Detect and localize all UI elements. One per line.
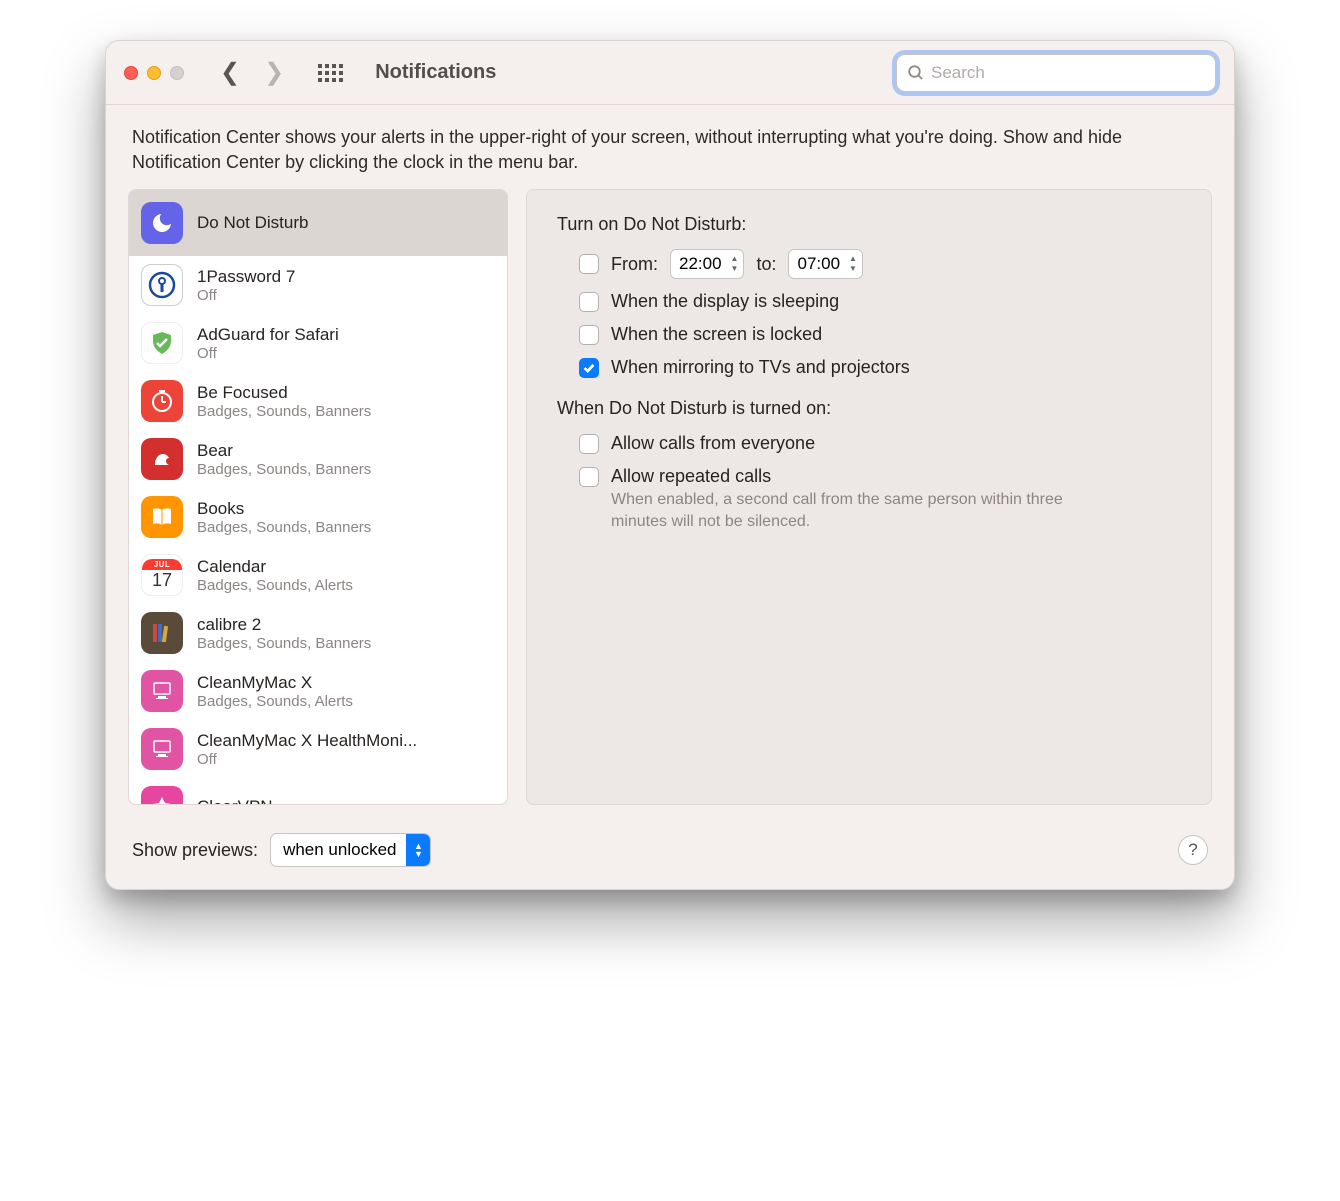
from-label: From: (611, 254, 658, 275)
display-sleeping-checkbox[interactable] (579, 292, 599, 312)
show-previews-value: when unlocked (283, 840, 396, 860)
sidebar-item-dnd[interactable]: Do Not Disturb (129, 190, 507, 256)
sidebar-item-sub: Off (197, 287, 295, 304)
sidebar-item-label: CleanMyMac X HealthMoni... (197, 731, 417, 751)
sidebar-item-label: Books (197, 499, 371, 519)
from-time-stepper[interactable]: 22:00 ▲▼ (670, 249, 744, 279)
cleanmymac-icon (141, 670, 183, 712)
books-icon (141, 496, 183, 538)
forward-button[interactable]: ❯ (264, 61, 284, 85)
mirroring-label: When mirroring to TVs and projectors (611, 357, 910, 378)
cleanmymac-health-icon (141, 728, 183, 770)
sidebar-item-calendar[interactable]: JUL 17 CalendarBadges, Sounds, Alerts (129, 546, 507, 604)
sidebar-item-clearvpn[interactable]: ClearVPN (129, 778, 507, 805)
stepper-down-icon[interactable]: ▼ (846, 264, 860, 274)
bear-icon (141, 438, 183, 480)
sidebar-item-label: ClearVPN (197, 797, 273, 805)
window-controls (124, 66, 184, 80)
to-label: to: (756, 254, 776, 275)
sidebar-item-books[interactable]: BooksBadges, Sounds, Banners (129, 488, 507, 546)
sidebar-item-befocused[interactable]: Be FocusedBadges, Sounds, Banners (129, 372, 507, 430)
calendar-icon-day: 17 (152, 570, 172, 591)
to-time-value: 07:00 (797, 254, 840, 274)
sidebar-item-label: Do Not Disturb (197, 213, 308, 233)
select-arrows-icon: ▲▼ (406, 834, 430, 866)
from-to-row: From: 22:00 ▲▼ to: 07:00 ▲▼ (557, 249, 1181, 279)
sidebar-item-sub: Badges, Sounds, Banners (197, 403, 371, 420)
sidebar-item-1password[interactable]: 1Password 7Off (129, 256, 507, 314)
sidebar-item-sub: Badges, Sounds, Banners (197, 635, 371, 652)
dnd-settings-panel: Turn on Do Not Disturb: From: 22:00 ▲▼ t… (526, 189, 1212, 805)
show-all-prefs-button[interactable] (318, 64, 343, 82)
help-button[interactable]: ? (1178, 835, 1208, 865)
allow-repeated-calls-label: Allow repeated calls (611, 466, 771, 487)
clearvpn-icon (141, 786, 183, 805)
sidebar-item-label: Calendar (197, 557, 353, 577)
close-window-button[interactable] (124, 66, 138, 80)
sidebar-item-sub: Badges, Sounds, Banners (197, 519, 371, 536)
mirroring-checkbox[interactable] (579, 358, 599, 378)
sidebar-item-cleanmymac-health[interactable]: CleanMyMac X HealthMoni...Off (129, 720, 507, 778)
when-dnd-on-title: When Do Not Disturb is turned on: (557, 398, 1181, 419)
back-button[interactable]: ❮ (220, 61, 240, 85)
display-sleeping-label: When the display is sleeping (611, 291, 839, 312)
show-previews-select[interactable]: when unlocked ▲▼ (270, 833, 431, 867)
sidebar-item-calibre[interactable]: calibre 2Badges, Sounds, Banners (129, 604, 507, 662)
calibre-icon (141, 612, 183, 654)
window-title: Notifications (375, 61, 496, 84)
sidebar-item-label: Be Focused (197, 383, 371, 403)
sidebar-item-sub: Off (197, 345, 339, 362)
sidebar-item-sub: Badges, Sounds, Alerts (197, 693, 353, 710)
stepper-up-icon[interactable]: ▲ (728, 254, 742, 264)
intro-text: Notification Center shows your alerts in… (106, 105, 1234, 189)
stepper-up-icon[interactable]: ▲ (846, 254, 860, 264)
search-field[interactable] (896, 54, 1216, 92)
turn-on-dnd-title: Turn on Do Not Disturb: (557, 214, 1181, 235)
sidebar-item-label: CleanMyMac X (197, 673, 353, 693)
to-time-stepper[interactable]: 07:00 ▲▼ (788, 249, 862, 279)
preferences-window: ❮ ❯ Notifications Notification Center sh… (105, 40, 1235, 890)
onepassword-icon (141, 264, 183, 306)
screen-locked-checkbox[interactable] (579, 325, 599, 345)
sidebar-item-sub: Off (197, 751, 417, 768)
from-time-value: 22:00 (679, 254, 722, 274)
sidebar-item-label: calibre 2 (197, 615, 371, 635)
sidebar-item-bear[interactable]: BearBadges, Sounds, Banners (129, 430, 507, 488)
allow-calls-everyone-label: Allow calls from everyone (611, 433, 815, 454)
sidebar-item-cleanmymac[interactable]: CleanMyMac XBadges, Sounds, Alerts (129, 662, 507, 720)
calendar-icon-month: JUL (142, 559, 182, 570)
sidebar-item-sub: Badges, Sounds, Alerts (197, 577, 353, 594)
search-input[interactable] (931, 63, 1205, 83)
minimize-window-button[interactable] (147, 66, 161, 80)
sidebar-item-label: AdGuard for Safari (197, 325, 339, 345)
adguard-icon (141, 322, 183, 364)
titlebar: ❮ ❯ Notifications (106, 41, 1234, 105)
footer: Show previews: when unlocked ▲▼ ? (106, 821, 1234, 889)
check-icon (582, 361, 596, 375)
show-previews-label: Show previews: (132, 840, 258, 861)
sidebar-item-label: Bear (197, 441, 371, 461)
app-sidebar[interactable]: Do Not Disturb 1Password 7Off AdGuard fo… (128, 189, 508, 805)
sidebar-item-adguard[interactable]: AdGuard for SafariOff (129, 314, 507, 372)
screen-locked-label: When the screen is locked (611, 324, 822, 345)
sidebar-item-sub: Badges, Sounds, Banners (197, 461, 371, 478)
calendar-icon: JUL 17 (141, 554, 183, 596)
zoom-window-button[interactable] (170, 66, 184, 80)
befocused-icon (141, 380, 183, 422)
from-time-checkbox[interactable] (579, 254, 599, 274)
repeated-calls-hint: When enabled, a second call from the sam… (557, 489, 1077, 532)
nav-arrows: ❮ ❯ (220, 61, 284, 85)
stepper-down-icon[interactable]: ▼ (728, 264, 742, 274)
allow-calls-everyone-checkbox[interactable] (579, 434, 599, 454)
search-icon (907, 64, 925, 82)
sidebar-item-label: 1Password 7 (197, 267, 295, 287)
moon-icon (141, 202, 183, 244)
allow-repeated-calls-checkbox[interactable] (579, 467, 599, 487)
